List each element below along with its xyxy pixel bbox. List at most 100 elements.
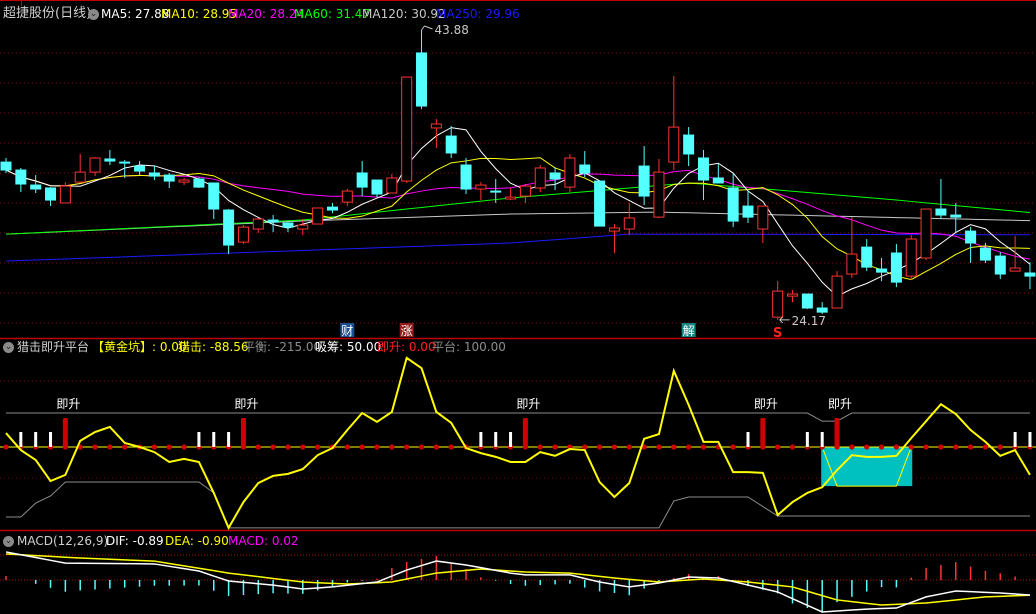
xichou-bar	[49, 432, 53, 447]
candle	[608, 224, 620, 254]
candle-body	[252, 218, 264, 230]
zero-dot	[151, 444, 157, 450]
zero-dot	[968, 444, 974, 450]
candle	[831, 271, 843, 309]
candle	[979, 243, 991, 264]
xichou-bar	[212, 432, 216, 447]
zero-dot	[418, 444, 425, 450]
zero-dot	[463, 444, 469, 450]
ma250-line	[5, 233, 1030, 262]
candle	[994, 252, 1006, 280]
candle-body	[712, 177, 724, 184]
zero-dot	[715, 444, 721, 450]
zero-dot	[507, 444, 514, 450]
candle	[208, 182, 220, 220]
jisheng-bar	[62, 418, 68, 447]
candle	[267, 215, 279, 233]
xichou-bar	[227, 432, 231, 447]
zero-dot	[893, 444, 900, 450]
jisheng-label: 即升: 0.00	[377, 340, 436, 354]
candle	[282, 221, 294, 233]
candle-body	[475, 184, 487, 190]
candle	[935, 179, 947, 220]
candle	[490, 179, 502, 203]
chevron-down-icon[interactable]: ⌄	[88, 9, 99, 20]
zero-dot	[359, 444, 365, 450]
candle	[653, 159, 665, 218]
candle-body	[831, 275, 843, 309]
candle	[104, 150, 116, 166]
jisheng-text: 即升	[754, 397, 778, 411]
chevron-down-icon[interactable]: ⌄	[3, 342, 14, 353]
candle-body	[208, 182, 220, 210]
candle-body	[801, 293, 813, 309]
event-marker-bg	[340, 323, 355, 337]
jisheng-bar	[760, 418, 766, 447]
candle	[564, 154, 576, 193]
candle-body	[846, 253, 858, 275]
candle	[697, 150, 709, 201]
zero-dot	[953, 444, 959, 450]
zero-dot	[923, 444, 929, 450]
pingtai-label: 平台: 100.00	[432, 340, 506, 354]
candle-body	[579, 164, 591, 174]
candle	[505, 187, 517, 201]
candle	[430, 118, 442, 148]
zero-dot	[641, 444, 647, 450]
zero-dot	[181, 444, 187, 450]
candle-body	[505, 196, 517, 200]
candle	[178, 177, 190, 186]
macd-value-label: MACD: 0.02	[228, 534, 299, 548]
ma10-line	[5, 157, 1030, 281]
zero-dot	[730, 444, 736, 450]
zero-dot	[285, 444, 291, 450]
xichou-bar	[805, 432, 809, 447]
zero-dot	[92, 444, 98, 450]
candle-body	[816, 307, 828, 313]
zero-dot	[255, 444, 261, 450]
candle-body	[594, 180, 606, 227]
candle-body	[312, 207, 324, 225]
dea-label: DEA: -0.90	[165, 534, 229, 548]
candle-body	[30, 184, 42, 190]
pingheng-label: 平衡: -215.00	[243, 340, 322, 354]
zero-dot	[77, 444, 83, 450]
zero-dot	[522, 444, 529, 450]
candle-body	[445, 135, 457, 154]
zero-dot	[804, 444, 810, 450]
jisheng-text: 即升	[516, 397, 540, 411]
candle-body	[534, 167, 546, 189]
zero-dot	[789, 444, 796, 450]
candle	[905, 235, 917, 281]
candle	[74, 154, 86, 183]
candle-body	[668, 126, 680, 163]
candle-body	[326, 206, 338, 211]
main-title: 超捷股份(日线)	[3, 6, 92, 21]
candle	[965, 227, 977, 264]
candle-body	[950, 214, 962, 218]
ma250-label: MA250: 29.96	[436, 7, 520, 21]
chevron-down-icon[interactable]: ⌄	[3, 536, 14, 547]
candle-body	[297, 224, 309, 230]
candle-body	[1009, 267, 1021, 272]
stock-chart[interactable]: 43.88 24.17 财 涨 解 S 即升 即升 即升 即升 即升	[0, 0, 1036, 614]
candle	[371, 179, 383, 198]
candle	[460, 157, 472, 195]
candle-body	[59, 185, 71, 204]
ma20-line	[5, 169, 1031, 260]
candle-body	[653, 171, 665, 218]
jisheng-bar	[834, 418, 840, 447]
candle	[237, 225, 249, 245]
xichou-bar	[494, 432, 498, 447]
zero-dot	[656, 444, 662, 450]
zero-dot	[166, 444, 172, 450]
candle	[801, 293, 813, 310]
event-marker-bg	[681, 323, 696, 337]
candle	[519, 184, 531, 203]
candle-body	[757, 205, 769, 230]
candle-body	[742, 205, 754, 218]
ma5-label: MA5: 27.88	[101, 7, 170, 21]
candle	[163, 172, 175, 188]
zero-dot	[211, 444, 217, 450]
candle	[134, 161, 146, 176]
